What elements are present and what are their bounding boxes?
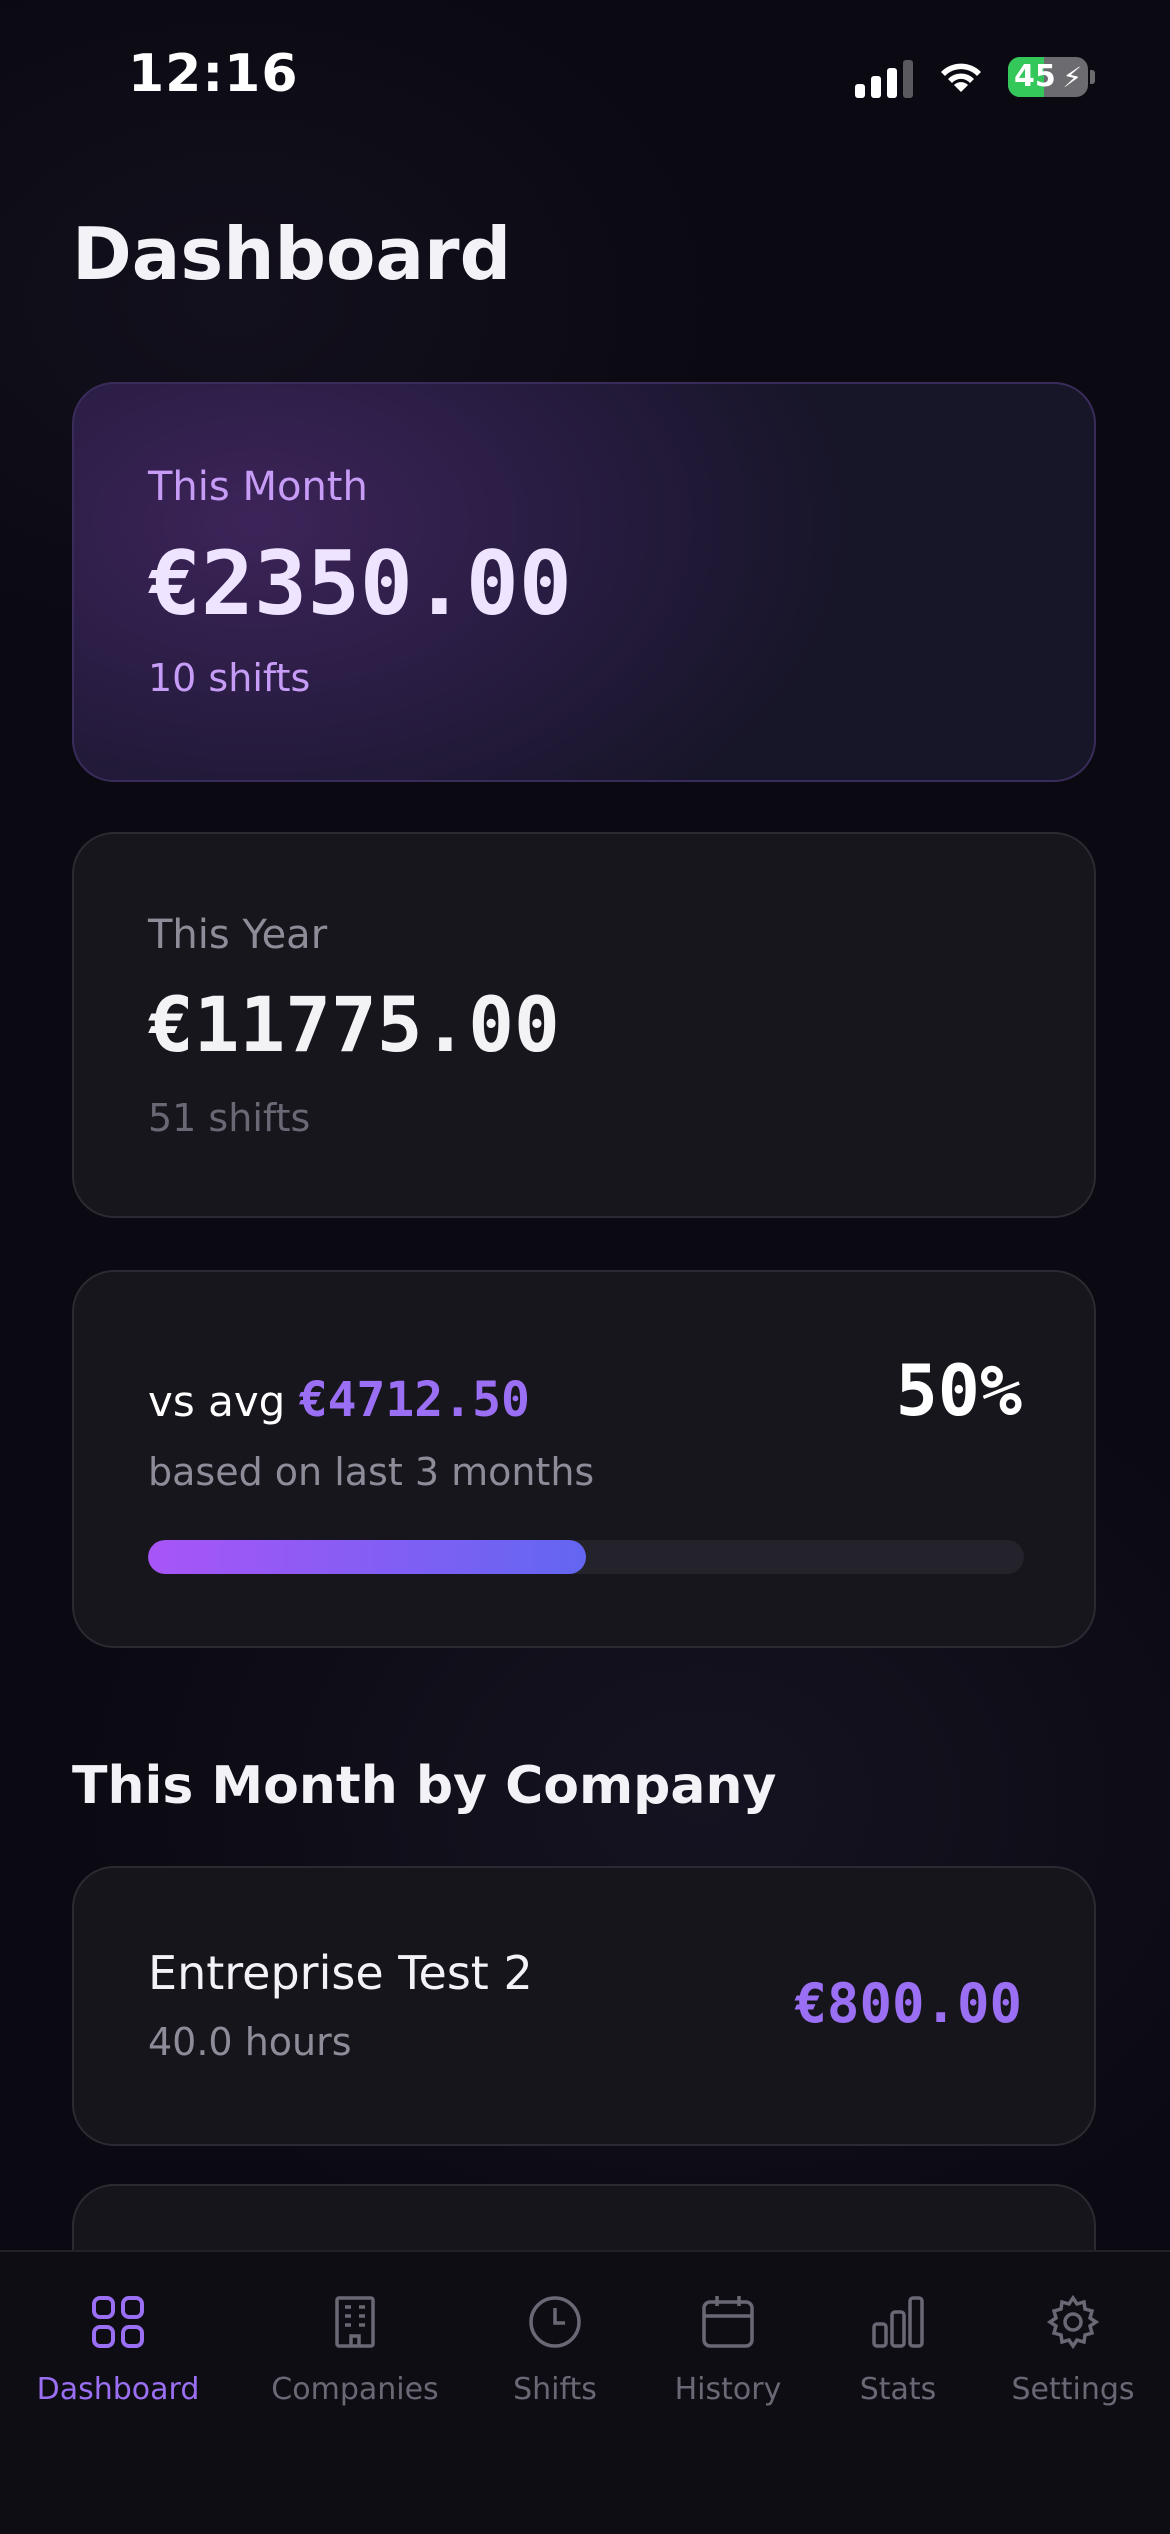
tab-label: Companies [271, 2372, 439, 2407]
vs-average-card[interactable]: vs avg €4712.50 50% based on last 3 mont… [72, 1270, 1096, 1648]
this-month-card[interactable]: This Month €2350.00 10 shifts [72, 382, 1096, 782]
tab-label: Shifts [513, 2372, 597, 2407]
tab-label: Settings [1011, 2372, 1135, 2407]
tab-companies[interactable]: Companies [255, 2292, 455, 2407]
page-title: Dashboard [72, 212, 512, 296]
company-amount: €800.00 [794, 1972, 1022, 2035]
tab-shifts[interactable]: Shifts [455, 2292, 655, 2407]
wifi-icon [941, 63, 981, 92]
tab-settings[interactable]: Settings [973, 2292, 1170, 2407]
section-title-by-company: This Month by Company [72, 1756, 777, 1816]
building-icon [335, 2296, 375, 2348]
this-year-amount: €11775.00 [148, 980, 560, 1069]
clock-icon [529, 2296, 581, 2348]
battery-tip [1090, 70, 1095, 84]
vs-average-value: €4712.50 [298, 1372, 530, 1428]
tab-bar: Dashboard Companies Shifts History Stats… [0, 2250, 1170, 2534]
bar-chart-icon [872, 2296, 924, 2348]
tab-stats[interactable]: Stats [798, 2292, 998, 2407]
cellular-signal-icon [855, 58, 915, 98]
this-month-shifts: 10 shifts [148, 656, 311, 700]
this-month-label: This Month [148, 464, 368, 510]
this-year-card[interactable]: This Year €11775.00 51 shifts [72, 832, 1096, 1218]
vs-average-percent: 50% [895, 1350, 1022, 1432]
tab-dashboard[interactable]: Dashboard [18, 2292, 218, 2407]
progress-bar-fill [148, 1540, 586, 1574]
gear-icon [1046, 2294, 1100, 2350]
this-month-amount: €2350.00 [148, 532, 572, 635]
charging-bolt-icon: ⚡ [1062, 61, 1082, 94]
grid-icon [92, 2296, 144, 2348]
progress-bar-track [148, 1540, 1024, 1574]
status-time: 12:16 [128, 44, 299, 104]
tab-label: Stats [859, 2372, 937, 2407]
calendar-icon [702, 2296, 754, 2348]
battery-icon: 45 ⚡ [1008, 57, 1088, 97]
this-year-label: This Year [148, 912, 328, 958]
vs-average-prefix: vs avg [148, 1377, 299, 1426]
company-hours: 40.0 hours [148, 2020, 352, 2064]
tab-label: Dashboard [36, 2372, 200, 2407]
vs-average-subtitle: based on last 3 months [148, 1450, 595, 1494]
background [0, 0, 1170, 2532]
battery-level: 45 [1014, 59, 1056, 94]
vs-average-line: vs avg €4712.50 [148, 1372, 530, 1428]
this-year-shifts: 51 shifts [148, 1096, 311, 1140]
company-card[interactable]: Entreprise Test 2 40.0 hours €800.00 [72, 1866, 1096, 2146]
status-bar: 12:16 45 ⚡ [0, 0, 1170, 150]
company-name: Entreprise Test 2 [148, 1946, 533, 2000]
